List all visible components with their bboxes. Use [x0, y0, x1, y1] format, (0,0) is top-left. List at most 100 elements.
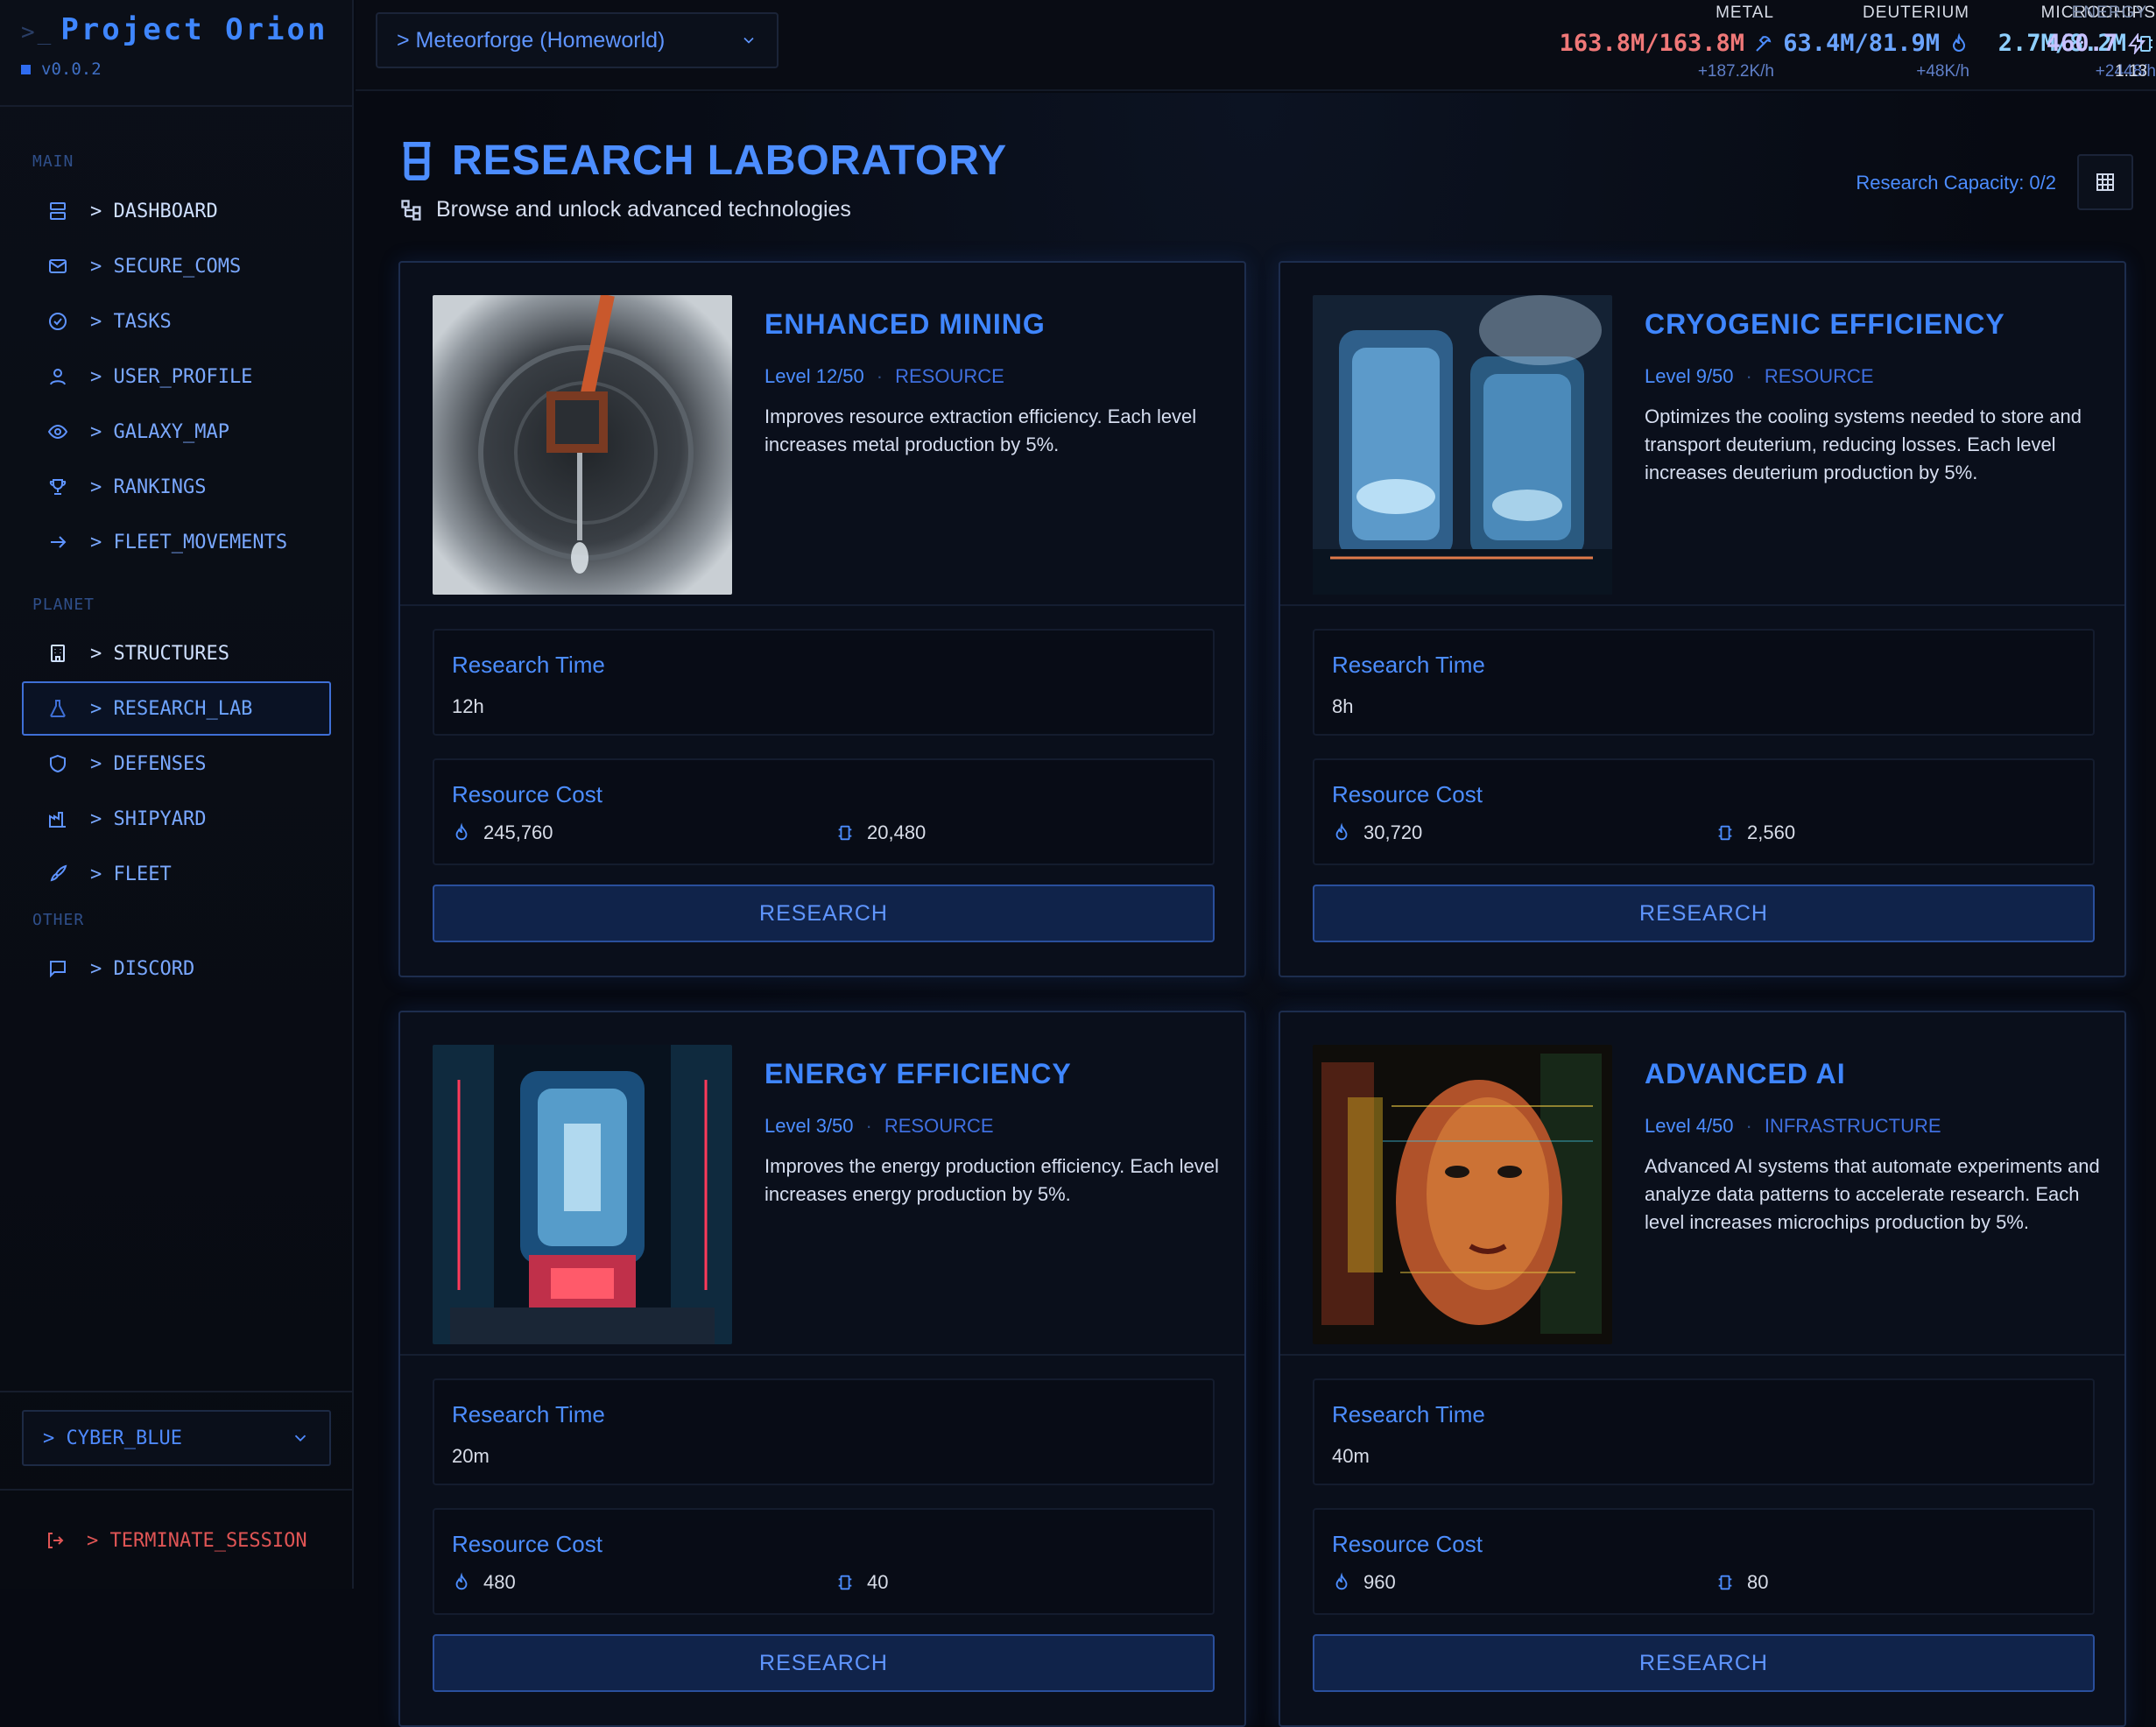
resource-label: ENERGY [2071, 4, 2147, 22]
research-time-label: Research Time [452, 1401, 605, 1427]
resource-cost-label: Resource Cost [452, 1531, 602, 1557]
card-meta: Level 4/50 · INFRASTRUCTURE [1645, 1115, 1941, 1137]
terminate-session-button[interactable]: > TERMINATE_SESSION [22, 1513, 331, 1568]
cost-deuterium-value: 30,720 [1363, 821, 1423, 843]
theme-select-value: > CYBER_BLUE [43, 1427, 182, 1449]
beaker-icon [403, 141, 431, 180]
resource-metal: METAL 163.8M/163.8M +187.2K/h [1560, 0, 1774, 81]
cost-chips: 20,480 [835, 821, 926, 844]
sidebar-item-user-profile[interactable]: > USER_PROFILE [22, 349, 331, 404]
flame-icon [455, 822, 468, 841]
shield-icon [46, 752, 69, 775]
arrow-right-icon [46, 531, 69, 553]
page-subtitle-text: Browse and unlock advanced technologies [436, 197, 851, 222]
resource-value: 163.8M/163.8M [1560, 30, 1774, 57]
sidebar-item-rankings[interactable]: > RANKINGS [22, 460, 331, 514]
cost-deuterium-value: 960 [1363, 1571, 1396, 1593]
flame-icon [1952, 32, 1966, 52]
sidebar-item-secure-coms[interactable]: > SECURE_COMS [22, 239, 331, 293]
card-image-mining [433, 295, 732, 595]
card-category: RESOURCE [1764, 365, 1874, 387]
research-button[interactable]: RESEARCH [1313, 885, 2095, 942]
grid-icon [2096, 173, 2114, 191]
research-button[interactable]: RESEARCH [1313, 1634, 2095, 1692]
page-subtitle: Browse and unlock advanced technologies [399, 197, 1007, 222]
research-time-label: Research Time [452, 652, 605, 678]
research-time-value: 8h [1332, 695, 1354, 717]
metal-amount: 163.8M/163.8M [1559, 30, 1744, 57]
sidebar-item-galaxy-map[interactable]: > GALAXY_MAP [22, 405, 331, 459]
app-title[interactable]: >_ Project Orion [21, 12, 328, 47]
cost-chips-value: 20,480 [867, 821, 927, 843]
cost-deuterium: 960 [1332, 1571, 1396, 1594]
research-time-value: 20m [452, 1445, 490, 1467]
resource-label: DEUTERIUM [1863, 4, 1969, 22]
terminal-prompt-icon: >_ [21, 19, 54, 46]
research-card-cryogenic-efficiency: CRYOGENIC EFFICIENCY Level 9/50 · RESOURCE… [1279, 261, 2126, 977]
nav-section-main: MAIN [32, 152, 74, 171]
sidebar-item-structures[interactable]: > STRUCTURES [22, 626, 331, 680]
sidebar-item-defenses[interactable]: > DEFENSES [22, 737, 331, 791]
version-text: v0.0.2 [41, 60, 102, 79]
research-time-box: Research Time 8h [1313, 629, 2095, 736]
card-meta: Level 9/50 · RESOURCE [1645, 365, 1874, 387]
sidebar-item-label: > USER_PROFILE [90, 365, 253, 388]
resource-value: 63.4M/81.9M [1783, 30, 1969, 57]
divider [0, 1391, 354, 1392]
sidebar-item-label: > FLEET_MOVEMENTS [90, 531, 288, 553]
sidebar-item-label: > DASHBOARD [90, 200, 218, 222]
cost-deuterium: 30,720 [1332, 821, 1422, 844]
cost-deuterium: 245,760 [452, 821, 553, 844]
sidebar-item-tasks[interactable]: > TASKS [22, 294, 331, 349]
chip-icon [1718, 825, 1732, 841]
factory-icon [46, 807, 69, 830]
research-button[interactable]: RESEARCH [433, 885, 1215, 942]
research-button[interactable]: RESEARCH [433, 1634, 1215, 1692]
resource-rate: +48K/h [1916, 62, 1969, 81]
sidebar-item-fleet-movements[interactable]: > FLEET_MOVEMENTS [22, 515, 331, 569]
sidebar-item-label: > TASKS [90, 310, 172, 333]
cost-chips-value: 40 [867, 1571, 889, 1593]
sidebar-item-dashboard[interactable]: > DASHBOARD [22, 184, 331, 238]
page-header: RESEARCH LABORATORY Browse and unlock ad… [399, 137, 1007, 222]
chat-icon [46, 957, 69, 980]
nav-section-planet: PLANET [32, 596, 95, 614]
cost-chips: 40 [835, 1571, 888, 1594]
page-title: RESEARCH LABORATORY [399, 137, 1007, 185]
research-capacity: Research Capacity: 0/2 [1856, 172, 2056, 194]
building-icon [46, 642, 69, 665]
research-time-label: Research Time [1332, 652, 1485, 678]
planet-select[interactable]: > Meteorforge (Homeworld) [376, 12, 779, 68]
logout-icon [48, 1533, 64, 1548]
divider [0, 105, 354, 107]
check-circle-icon [46, 310, 69, 333]
research-card-advanced-ai: ADVANCED AI Level 4/50 · INFRASTRUCTURE Ad… [1279, 1011, 2126, 1727]
top-bar: > Meteorforge (Homeworld) METAL 163.8M/1… [356, 0, 2156, 91]
resource-cost-box: Resource Cost 245,760 20,480 [433, 758, 1215, 865]
card-title: CRYOGENIC EFFICIENCY [1645, 308, 2005, 340]
card-image-ai [1313, 1045, 1612, 1344]
theme-select[interactable]: > CYBER_BLUE [22, 1410, 331, 1466]
card-description: Optimizes the cooling systems needed to … [1645, 405, 2082, 483]
grid-view-button[interactable] [2077, 154, 2133, 210]
sidebar-item-discord[interactable]: > DISCORD [22, 941, 331, 996]
eye-icon [46, 420, 69, 443]
flask-icon [46, 697, 69, 720]
card-description: Improves the energy production efficienc… [764, 1155, 1219, 1205]
main-content: RESEARCH LABORATORY Browse and unlock ad… [356, 93, 2156, 1727]
research-time-value: 12h [452, 695, 484, 717]
sidebar-item-label: > DEFENSES [90, 752, 207, 775]
research-time-box: Research Time 40m [1313, 1378, 2095, 1485]
mail-icon [46, 255, 69, 278]
status-dot-icon [21, 64, 31, 74]
sidebar-item-label: > SHIPYARD [90, 807, 207, 830]
sidebar-item-fleet[interactable]: > FLEET [22, 847, 331, 901]
sidebar-item-label: > RESEARCH_LAB [90, 697, 253, 720]
cost-chips: 2,560 [1716, 821, 1795, 844]
deuterium-amount: 63.4M/81.9M [1783, 30, 1940, 57]
sidebar-item-shipyard[interactable]: > SHIPYARD [22, 792, 331, 846]
sidebar-item-research-lab[interactable]: > RESEARCH_LAB [22, 681, 331, 736]
resource-value: 460.7 [2047, 30, 2147, 57]
card-meta: Level 3/50 · RESOURCE [764, 1115, 994, 1137]
card-title: ENHANCED MINING [764, 308, 1046, 340]
